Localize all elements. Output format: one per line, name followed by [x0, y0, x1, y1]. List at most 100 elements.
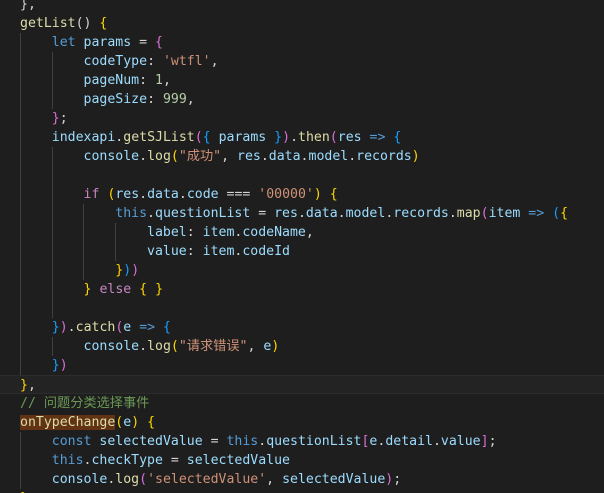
code-token: ,: [305, 225, 314, 240]
code-line[interactable]: console.log("成功", res.data.model.records…: [0, 147, 604, 166]
code-token: (: [194, 130, 203, 145]
code-line[interactable]: }): [0, 356, 604, 375]
code-token: ,: [186, 92, 195, 107]
code-token: 999: [162, 92, 187, 107]
code-line[interactable]: },: [0, 375, 604, 394]
code-token: model: [308, 149, 349, 164]
code-token: params: [218, 130, 267, 145]
code-line[interactable]: const selectedValue = this.questionList[…: [0, 432, 604, 451]
code-token: =: [162, 453, 187, 468]
code-token: .: [147, 206, 155, 221]
code-token: ,: [210, 54, 219, 69]
code-token: ): [271, 339, 280, 354]
code-token: ): [59, 358, 68, 373]
code-token: ;: [59, 111, 68, 126]
code-line[interactable]: }).catch(e => {: [0, 318, 604, 337]
code-token: ): [282, 130, 291, 145]
code-token: }: [155, 282, 164, 297]
code-line[interactable]: this.questionList = res.data.model.recor…: [0, 204, 604, 223]
code-token: (: [139, 472, 148, 487]
code-line[interactable]: value: item.codeId: [0, 242, 604, 261]
code-line[interactable]: })): [0, 261, 604, 280]
code-line[interactable]: } else { }: [0, 280, 604, 299]
code-token: onTypeChange: [20, 415, 116, 430]
code-line[interactable]: console.log("请求错误", e): [0, 337, 604, 356]
code-line[interactable]: [0, 166, 604, 185]
code-token: .: [139, 187, 148, 202]
code-line[interactable]: [0, 299, 604, 318]
code-token: (: [170, 339, 179, 354]
code-line[interactable]: indexapi.getSJList({ params }).then(res …: [0, 128, 604, 147]
code-token: (: [170, 149, 179, 164]
code-line[interactable]: console.log('selectedValue', selectedVal…: [0, 470, 604, 489]
code-token: (: [552, 206, 561, 221]
code-token: let: [51, 35, 76, 50]
code-token: },: [20, 0, 36, 12]
code-token: }: [274, 130, 283, 145]
code-token: '00000': [258, 187, 314, 202]
code-token: ===: [218, 187, 259, 202]
code-token: =: [131, 35, 156, 50]
code-line[interactable]: getList() {: [0, 14, 604, 33]
code-token: getSJList: [123, 130, 195, 145]
code-line[interactable]: let params = {: [0, 33, 604, 52]
code-token: e: [123, 415, 132, 430]
code-token: ,: [266, 472, 283, 487]
code-token: pageSize: [83, 92, 148, 107]
code-token: .: [448, 206, 457, 221]
code-token: ): [411, 149, 420, 164]
code-line[interactable]: this.checkType = selectedValue: [0, 451, 604, 470]
code-token: ,: [162, 73, 171, 88]
code-token: selectedValue: [99, 434, 203, 449]
code-line[interactable]: if (res.data.code === '00000') {: [0, 185, 604, 204]
code-token: {: [147, 415, 156, 430]
code-token: ;: [488, 434, 497, 449]
code-token: ]: [480, 434, 489, 449]
code-token: ,: [27, 378, 36, 393]
code-token: =: [250, 206, 275, 221]
code-line[interactable]: }: [0, 489, 604, 493]
code-token: map: [456, 206, 481, 221]
code-token: data: [305, 206, 338, 221]
code-token: label: [147, 225, 187, 240]
code-token: params: [83, 35, 132, 50]
code-token: {: [99, 16, 108, 31]
code-token: ,: [247, 339, 264, 354]
code-token: checkType: [91, 453, 163, 468]
code-line[interactable]: onTypeChange(e) {: [0, 413, 604, 432]
code-line[interactable]: pageNum: 1,: [0, 71, 604, 90]
code-token: .: [139, 339, 148, 354]
code-token: res: [115, 187, 140, 202]
code-token: {: [139, 282, 148, 297]
code-line[interactable]: },: [0, 0, 604, 14]
code-token: .: [67, 320, 76, 335]
code-token: :: [186, 225, 203, 240]
code-token: }: [51, 358, 60, 373]
code-token: .: [297, 206, 306, 221]
code-line[interactable]: };: [0, 109, 604, 128]
code-token: .: [300, 149, 309, 164]
code-line[interactable]: codeType: 'wtfl',: [0, 52, 604, 71]
code-token: .: [432, 434, 441, 449]
code-editor[interactable]: }, getList() { let params = { codeType: '…: [0, 0, 604, 493]
code-token: records: [393, 206, 449, 221]
code-line[interactable]: // 问题分类选择事件: [0, 394, 604, 413]
code-line[interactable]: pageSize: 999,: [0, 90, 604, 109]
code-line[interactable]: label: item.codeName,: [0, 223, 604, 242]
code-token: =>: [528, 206, 545, 221]
